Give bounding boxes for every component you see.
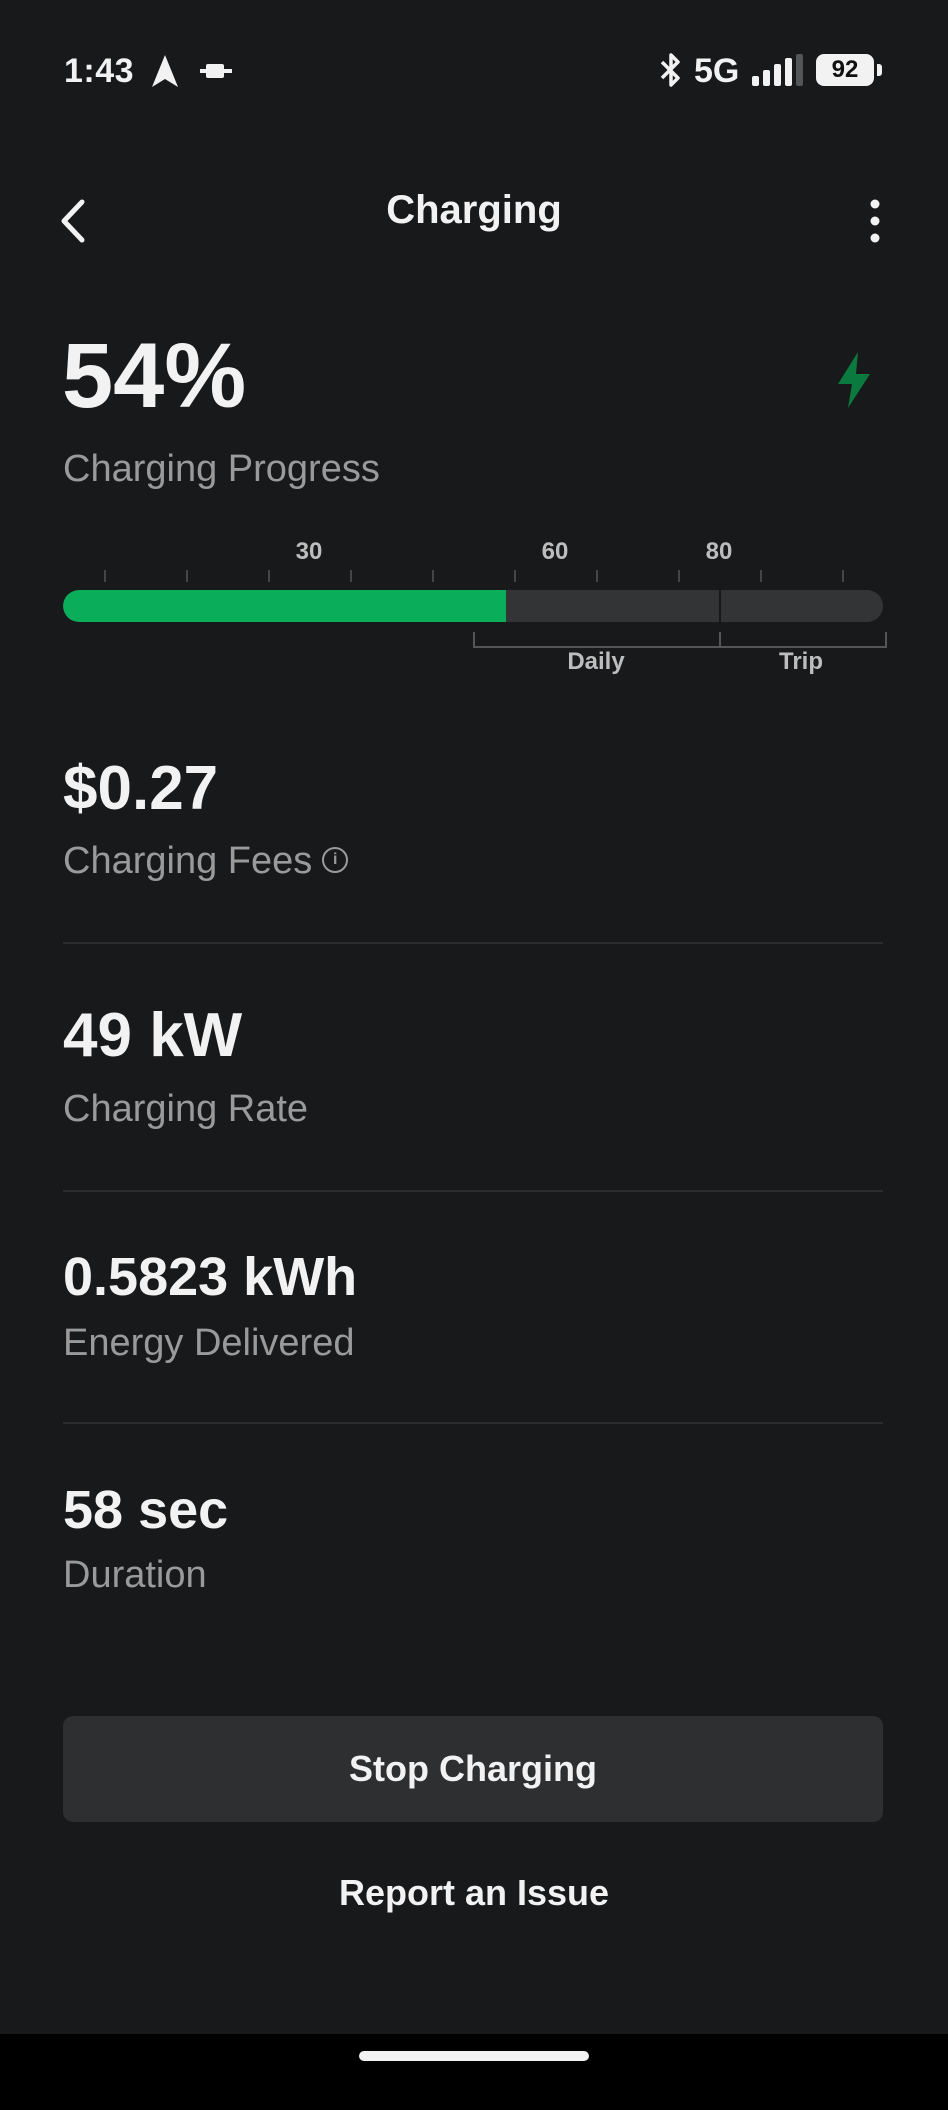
charging-rate-label: Charging Rate bbox=[63, 1088, 309, 1130]
scale-tick bbox=[760, 570, 762, 582]
charging-fees-label: Charging Fees i bbox=[63, 840, 349, 883]
range-label-trip: Trip bbox=[778, 648, 824, 675]
scale-tick bbox=[350, 570, 352, 582]
energy-delivered-value: 0.5823 kWh bbox=[63, 1247, 358, 1307]
page-title: Charging bbox=[386, 188, 562, 232]
range-label-daily: Daily bbox=[567, 648, 625, 675]
signal-icon bbox=[752, 54, 803, 86]
charging-fees-label-text: Charging Fees bbox=[63, 840, 313, 882]
battery-level: 92 bbox=[816, 54, 874, 86]
charging-fees-value: $0.27 bbox=[63, 754, 219, 823]
scale-tick bbox=[514, 570, 516, 582]
battery-icon: 92 bbox=[816, 54, 882, 86]
scale-label: 60 bbox=[541, 538, 569, 565]
charge-progress-fill bbox=[63, 590, 506, 622]
stop-charging-button[interactable]: Stop Charging bbox=[63, 1716, 883, 1822]
info-icon[interactable]: i bbox=[322, 846, 349, 873]
range-bracket bbox=[473, 632, 887, 648]
charging-bolt-icon bbox=[838, 352, 870, 408]
progress-scale: 30 60 80 bbox=[63, 538, 883, 588]
cast-icon bbox=[200, 64, 232, 78]
battery-nub bbox=[877, 64, 882, 76]
network-type: 5G bbox=[694, 52, 740, 90]
duration-label: Duration bbox=[63, 1554, 207, 1596]
scale-tick bbox=[432, 570, 434, 582]
report-issue-link[interactable]: Report an Issue bbox=[0, 1872, 948, 1914]
scale-tick bbox=[268, 570, 270, 582]
more-options-button[interactable] bbox=[858, 198, 892, 244]
status-time: 1:43 bbox=[64, 52, 135, 90]
charging-rate-value: 49 kW bbox=[63, 1001, 243, 1070]
scale-label: 30 bbox=[295, 538, 323, 565]
charge-progress-bar bbox=[63, 590, 883, 622]
duration-value: 58 sec bbox=[63, 1480, 229, 1540]
divider bbox=[63, 1422, 883, 1424]
energy-delivered-label: Energy Delivered bbox=[63, 1322, 355, 1364]
scale-tick bbox=[678, 570, 680, 582]
system-nav-bar bbox=[0, 2034, 948, 2110]
status-bar: 1:43 5G 92 bbox=[0, 0, 948, 140]
scale-tick bbox=[596, 570, 598, 582]
scale-tick bbox=[186, 570, 188, 582]
home-indicator[interactable] bbox=[359, 2051, 589, 2061]
scale-label: 80 bbox=[705, 538, 733, 565]
bluetooth-icon bbox=[660, 53, 680, 87]
range-divider bbox=[719, 632, 721, 646]
scale-tick bbox=[104, 570, 106, 582]
navigation-arrow-icon bbox=[152, 55, 178, 87]
scale-tick bbox=[842, 570, 844, 582]
divider bbox=[63, 942, 883, 944]
charge-limit-marker[interactable] bbox=[719, 590, 721, 622]
divider bbox=[63, 1190, 883, 1192]
charge-percent: 54% bbox=[62, 325, 247, 427]
charge-percent-label: Charging Progress bbox=[63, 448, 380, 490]
